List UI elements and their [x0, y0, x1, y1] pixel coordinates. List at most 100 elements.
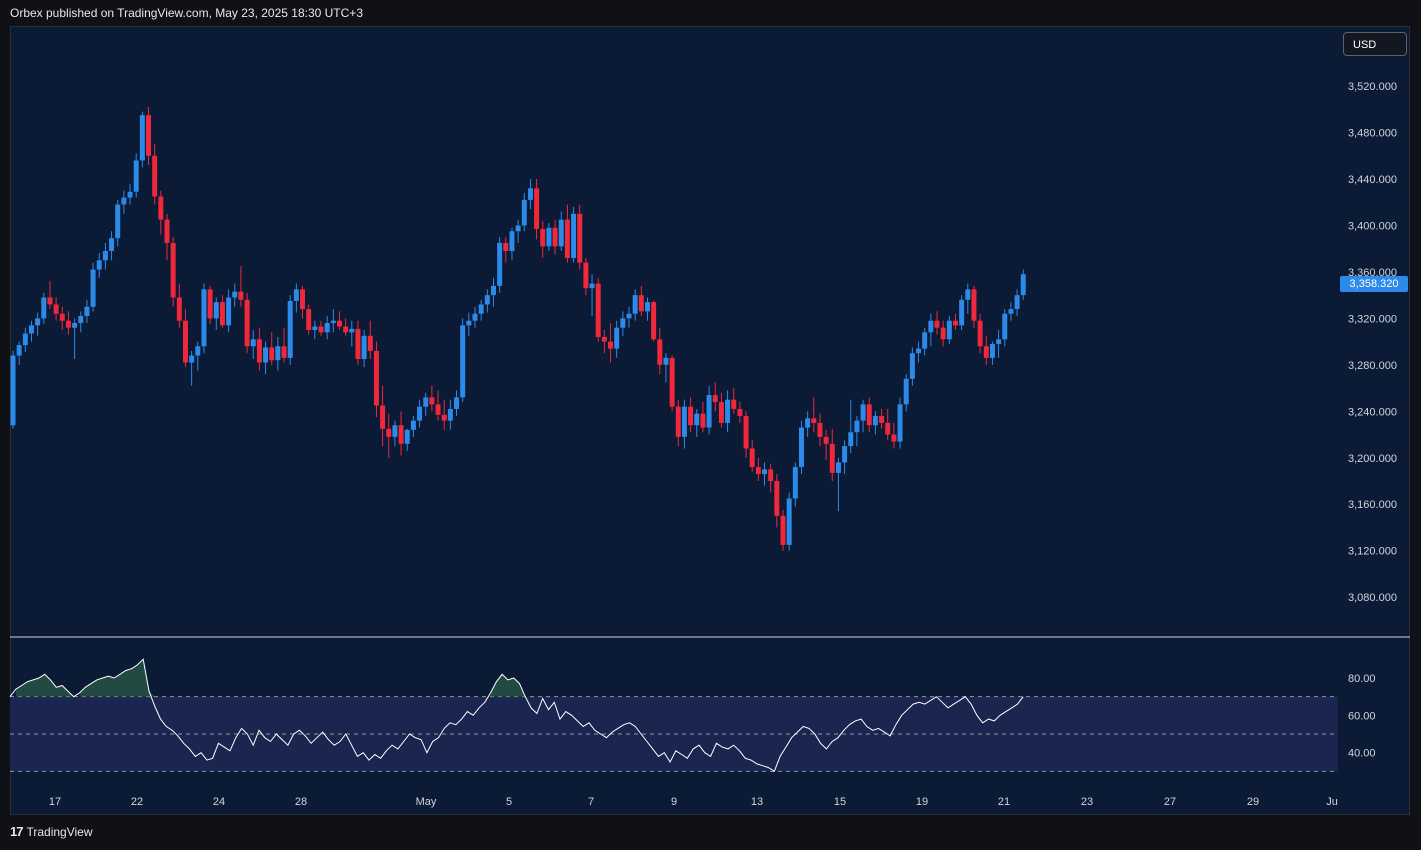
candle-body	[564, 219, 570, 258]
candle-body	[755, 467, 761, 475]
candle-body	[244, 299, 250, 347]
candle-body	[885, 422, 891, 435]
candle-body	[780, 515, 786, 545]
candle-body	[164, 219, 170, 243]
price-tick-label: 3,480.000	[1348, 128, 1397, 140]
candle-body	[336, 320, 342, 327]
candle-body	[293, 289, 299, 301]
footer-brand[interactable]: 17 TradingView	[10, 824, 93, 839]
candle-body	[989, 343, 995, 358]
candle-body	[343, 326, 349, 333]
time-axis: 17 22 24 28 May 5 7 9 13 15 19 21 23 27 29 Ju	[49, 796, 1338, 808]
candle-body	[891, 434, 897, 442]
candle-body	[817, 422, 823, 437]
candle-body	[786, 498, 792, 545]
candle-body	[928, 320, 934, 333]
rsi-axis: 80.00 60.00 40.00	[1348, 673, 1376, 760]
time-tick-label: 21	[998, 796, 1010, 808]
candle-body	[96, 260, 102, 270]
candle-body	[866, 404, 872, 426]
candle-body	[318, 326, 324, 333]
candle-body	[638, 295, 644, 312]
candle-body	[300, 289, 306, 310]
candle-body	[712, 395, 718, 403]
candle-body	[577, 213, 583, 263]
candle-body	[632, 295, 638, 314]
candle-body	[626, 313, 632, 319]
candle-body	[232, 291, 238, 298]
price-tick-label: 3,400.000	[1348, 220, 1397, 232]
candle-body	[380, 405, 386, 429]
candle-body	[798, 427, 804, 468]
candle-body	[952, 320, 958, 326]
candle-body	[466, 320, 472, 326]
candle-body	[768, 469, 774, 481]
candle-body	[127, 191, 133, 198]
candle-body	[435, 404, 441, 415]
candle-body	[72, 323, 78, 328]
candle-body	[934, 320, 940, 328]
rsi-tick-label: 60.00	[1348, 710, 1376, 722]
candle-body	[447, 408, 453, 421]
candle-body	[65, 320, 71, 328]
candle-body	[558, 219, 564, 247]
candle-body	[823, 436, 829, 444]
candle-body	[657, 339, 663, 365]
candle-body	[35, 318, 41, 326]
candle-body	[219, 302, 225, 326]
candle-body	[663, 357, 669, 365]
price-tick-label: 3,440.000	[1348, 174, 1397, 186]
candle-body	[441, 414, 447, 421]
time-tick-label: 27	[1164, 796, 1176, 808]
candle-body	[946, 320, 952, 340]
candle-body	[423, 397, 429, 407]
candle-body	[595, 283, 601, 337]
candle-body	[355, 328, 361, 360]
candle-body	[207, 289, 213, 319]
candle-body	[854, 420, 860, 433]
candle-body	[737, 408, 743, 416]
candle-body	[762, 469, 768, 475]
price-tick-label: 3,280.000	[1348, 360, 1397, 372]
candle-body	[669, 357, 675, 407]
candle-body	[534, 188, 540, 229]
candle-body	[367, 335, 373, 351]
chart-svg[interactable]: 3,520.0003,480.0003,440.0003,400.0003,36…	[0, 0, 1421, 850]
candle-body	[158, 196, 164, 220]
candle-body	[454, 397, 460, 409]
time-tick-label: 9	[671, 796, 677, 808]
price-tick-label: 3,320.000	[1348, 313, 1397, 325]
time-tick-label: 22	[131, 796, 143, 808]
price-tick-label: 3,520.000	[1348, 81, 1397, 93]
currency-selector[interactable]: USD	[1343, 32, 1407, 56]
candle-body	[324, 323, 330, 333]
candle-body	[527, 188, 533, 200]
time-tick-label: 28	[295, 796, 307, 808]
candle-body	[460, 325, 466, 398]
candle-body	[429, 397, 435, 405]
candle-body	[571, 213, 577, 258]
candle-body	[201, 289, 207, 347]
candlestick-series	[10, 106, 1026, 551]
candle-body	[583, 262, 589, 289]
candle-body	[897, 404, 903, 442]
candle-body	[41, 297, 47, 319]
candle-body	[725, 399, 731, 423]
price-tick-label: 3,160.000	[1348, 499, 1397, 511]
candle-body	[152, 155, 158, 197]
candle-body	[608, 341, 614, 349]
candle-body	[965, 289, 971, 300]
candle-body	[306, 309, 312, 330]
candle-body	[614, 327, 620, 349]
price-tick-label: 3,120.000	[1348, 546, 1397, 558]
candle-body	[903, 378, 909, 405]
candle-body	[694, 413, 700, 426]
candle-body	[1020, 274, 1026, 296]
rsi-tick-label: 40.00	[1348, 748, 1376, 760]
candle-body	[53, 304, 59, 314]
time-tick-label: May	[416, 796, 437, 808]
candle-body	[373, 350, 379, 406]
candle-body	[47, 297, 53, 305]
price-axis: 3,520.0003,480.0003,440.0003,400.0003,36…	[1348, 81, 1397, 604]
candle-body	[675, 406, 681, 437]
